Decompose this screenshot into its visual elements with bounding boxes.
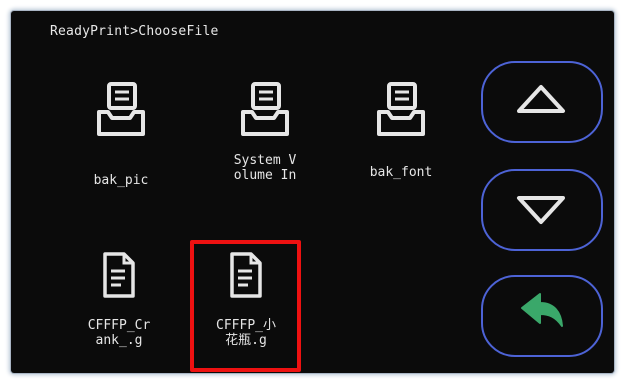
folder-item-bak-pic[interactable]: bak_pic (71, 81, 171, 201)
file-icon (100, 251, 138, 303)
arrow-down-icon (517, 196, 565, 224)
folder-item-bak-font[interactable]: bak_font (351, 81, 451, 201)
printer-screen: ReadyPrint>ChooseFile bak_pic System V o… (11, 11, 614, 373)
arrow-up-icon (517, 85, 565, 113)
selection-highlight (190, 240, 301, 372)
file-item-crank[interactable]: CFFFP_Cr ank_.g (69, 251, 169, 361)
file-label: CFFFP_Cr ank_.g (87, 318, 151, 348)
scroll-up-button[interactable] (481, 61, 603, 143)
folder-icon (94, 81, 148, 143)
scroll-down-button[interactable] (481, 169, 603, 251)
folder-icon (374, 81, 428, 143)
back-arrow-icon (521, 293, 563, 327)
file-label: bak_pic (93, 173, 149, 188)
folder-item-system-volume[interactable]: System V olume In (210, 81, 320, 201)
file-label: bak_font (369, 165, 433, 180)
breadcrumb: ReadyPrint>ChooseFile (50, 24, 219, 39)
back-button[interactable] (481, 275, 603, 357)
file-label: System V olume In (233, 153, 297, 183)
folder-icon (238, 81, 292, 143)
